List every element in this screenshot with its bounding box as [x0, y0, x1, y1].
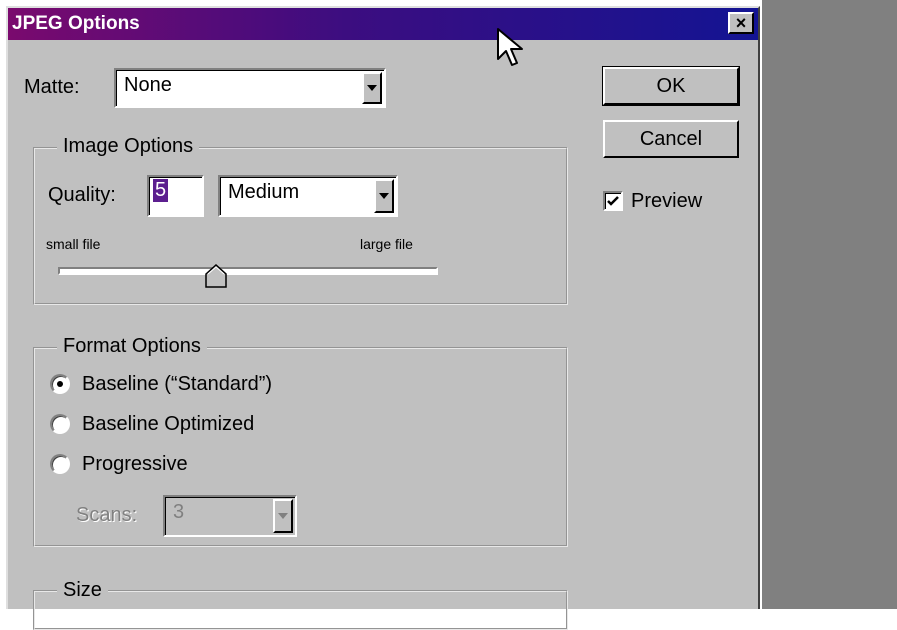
chevron-down-icon [379, 193, 389, 199]
matte-label: Matte: [24, 76, 80, 98]
mouse-pointer-icon [497, 28, 523, 66]
preview-label: Preview [631, 190, 703, 212]
matte-dropdown[interactable]: None [114, 68, 386, 108]
image-options-group [33, 147, 568, 305]
baseline-standard-label: Baseline (“Standard”) [82, 373, 273, 395]
slider-max-label: large file [360, 236, 413, 252]
baseline-optimized-label: Baseline Optimized [82, 413, 255, 435]
slider-min-label: small file [46, 236, 101, 252]
matte-value: None [124, 74, 172, 96]
check-icon [607, 196, 619, 206]
close-button[interactable]: × [728, 12, 754, 34]
preview-checkbox[interactable] [603, 191, 623, 211]
scans-label: Scans: [76, 504, 138, 526]
quality-slider-track[interactable] [58, 267, 438, 275]
scans-dropdown-button[interactable] [273, 499, 293, 533]
progressive-radio[interactable] [50, 454, 70, 474]
radio-selected-dot [57, 381, 63, 387]
scans-dropdown[interactable]: 3 [163, 495, 297, 537]
image-options-title: Image Options [57, 135, 200, 158]
quality-preset-dropdown[interactable]: Medium [218, 175, 398, 217]
scans-value: 3 [173, 501, 185, 523]
close-icon: × [735, 13, 747, 33]
chevron-down-icon [278, 513, 288, 519]
matte-dropdown-button[interactable] [362, 72, 382, 104]
window-title: JPEG Options [12, 13, 140, 34]
quality-slider-thumb[interactable] [205, 264, 227, 288]
size-group [33, 590, 568, 630]
quality-preset-value: Medium [228, 181, 300, 203]
size-title: Size [57, 579, 108, 602]
quality-value: 5 [153, 179, 169, 202]
quality-label: Quality: [48, 184, 116, 206]
progressive-label: Progressive [82, 453, 188, 475]
format-options-title: Format Options [57, 335, 207, 358]
quality-preset-dropdown-button[interactable] [374, 179, 394, 213]
background-panel [762, 0, 897, 609]
quality-input[interactable]: 5 [147, 175, 204, 217]
chevron-down-icon [367, 85, 377, 91]
ok-button[interactable]: OK [602, 66, 740, 106]
baseline-optimized-radio[interactable] [50, 414, 70, 434]
cancel-button[interactable]: Cancel [603, 120, 739, 158]
baseline-standard-radio[interactable] [50, 374, 70, 394]
